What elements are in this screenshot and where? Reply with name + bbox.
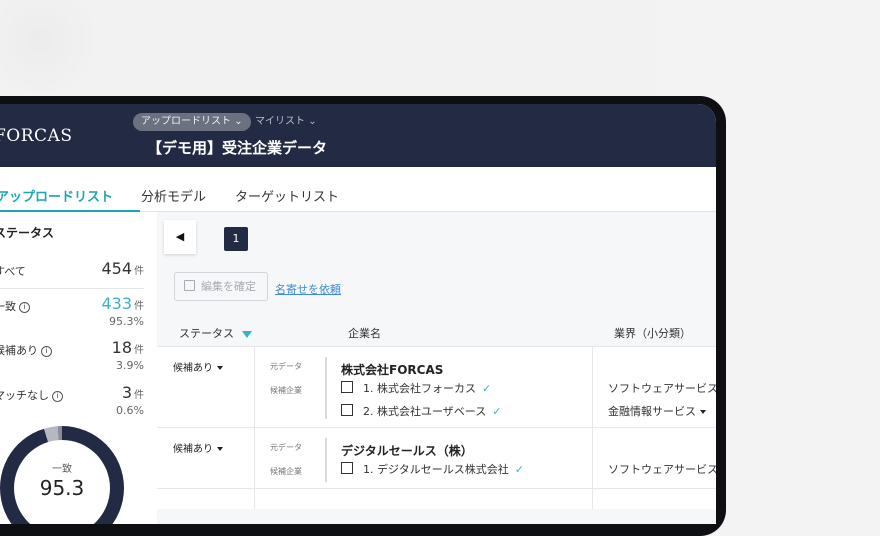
divider [325, 438, 327, 482]
app-screen: FORCAS アップロードリスト ⌄ マイリスト ⌄ 【デモ用】受注企業データ … [0, 104, 716, 524]
status-dropdown[interactable]: 候補あり [173, 359, 223, 374]
status-title: ステータス [0, 226, 55, 240]
tab-analysis-model[interactable]: 分析モデル [141, 186, 206, 205]
status-candidate-count: 18 件 [111, 338, 144, 357]
breadcrumb-upload-list[interactable]: アップロードリスト ⌄ [133, 113, 251, 131]
divider [254, 347, 255, 427]
breadcrumb-my-list[interactable]: マイリスト ⌄ [255, 113, 317, 131]
status-nomatch-count: 3件 [121, 383, 144, 402]
triangle-left-icon: ◀ [175, 230, 185, 243]
confirm-edit-button[interactable]: 編集を確定 [174, 272, 268, 301]
table-row: 候補あり 元データ 候補企業 株式会社FORCAS 1. 株式会社フォーカス ✓ … [157, 346, 716, 427]
tab-target-list[interactable]: ターゲットリスト [235, 186, 339, 205]
checkbox[interactable] [341, 381, 353, 393]
source-tag: 元データ [270, 362, 302, 371]
save-icon [184, 280, 195, 291]
company-name: 株式会社FORCAS [341, 363, 444, 377]
status-nomatch-pct: 0.6% [116, 404, 144, 417]
divider [592, 347, 593, 427]
info-icon[interactable]: i [41, 346, 52, 357]
chevron-down-icon: ⌄ [234, 116, 243, 127]
collapse-sidebar-button[interactable]: ◀ [164, 220, 196, 254]
status-sidebar: ステータス すべて 454件 一致i 433件 95.3% 候補ありi 18件 … [0, 212, 150, 524]
status-match-count: 433 件 [101, 294, 144, 313]
status-candidate-label[interactable]: 候補ありi [0, 342, 52, 358]
divider [592, 489, 593, 509]
status-match-pct: 95.3% [109, 315, 144, 328]
status-nomatch-label[interactable]: マッチなしi [0, 387, 63, 403]
tab-upload-list[interactable]: アップロードリスト [0, 186, 113, 205]
candidate-option[interactable]: 1. デジタルセールス株式会社 ✓ [341, 461, 524, 477]
check-icon: ✓ [514, 463, 524, 476]
check-icon: ✓ [482, 382, 492, 395]
request-merge-link[interactable]: 名寄せを依頼 [275, 281, 341, 297]
candidate-option[interactable]: 1. 株式会社フォーカス ✓ [341, 380, 491, 396]
status-dropdown[interactable]: 候補あり [173, 440, 223, 455]
divider [325, 357, 327, 419]
results-table: 候補あり 元データ 候補企業 株式会社FORCAS 1. 株式会社フォーカス ✓ … [157, 346, 716, 509]
column-header-company: 企業名 [348, 327, 381, 340]
donut-value: 95.3 [39, 476, 85, 500]
caret-down-icon [700, 410, 706, 414]
column-header-status[interactable]: ステータス [179, 325, 252, 341]
logo: FORCAS [0, 126, 73, 146]
checkbox[interactable] [341, 462, 353, 474]
candidate-option[interactable]: 2. 株式会社ユーザベース ✓ [341, 403, 501, 419]
donut-label: 一致 [52, 464, 72, 475]
divider [592, 428, 593, 488]
candidate-tag: 候補企業 [270, 386, 302, 395]
divider [0, 288, 144, 289]
check-icon: ✓ [492, 405, 502, 418]
candidate-tag: 候補企業 [270, 467, 302, 476]
status-candidate-pct: 3.9% [116, 359, 144, 372]
company-name: デジタルセールス（株） [341, 444, 473, 458]
caret-down-icon [217, 366, 223, 370]
status-match-label[interactable]: 一致i [0, 298, 30, 314]
divider [254, 428, 255, 488]
table-row [157, 488, 716, 509]
industry-value: ソフトウェアサービス [608, 382, 716, 395]
caret-down-icon [217, 447, 223, 451]
main-panel: ◀ 1 編集を確定 名寄せを依頼 ステータス 企業名 業界（小分類） 候補あり … [157, 212, 716, 524]
chevron-down-icon: ⌄ [308, 116, 317, 127]
page-button[interactable]: 1 [224, 227, 248, 251]
source-tag: 元データ [270, 443, 302, 452]
info-icon[interactable]: i [19, 302, 30, 313]
tab-bar: アップロードリスト 分析モデル ターゲットリスト [0, 167, 716, 212]
status-all-label[interactable]: すべて [0, 263, 26, 279]
status-all-count: 454 件 [101, 259, 144, 278]
column-header-industry: 業界（小分類） [614, 327, 691, 340]
table-row: 候補あり 元データ 候補企業 デジタルセールス（株） 1. デジタルセールス株式… [157, 427, 716, 488]
divider [254, 489, 255, 509]
match-donut-chart: 一致 95.3 [0, 426, 124, 524]
page-title: 【デモ用】受注企業データ [147, 139, 328, 157]
info-icon[interactable]: i [52, 391, 63, 402]
checkbox[interactable] [341, 404, 353, 416]
industry-dropdown[interactable]: 金融情報サービス [608, 403, 706, 419]
industry-value: ソフトウェアサービス [608, 463, 716, 476]
filter-icon[interactable] [242, 331, 252, 338]
app-header: FORCAS アップロードリスト ⌄ マイリスト ⌄ 【デモ用】受注企業データ [0, 104, 716, 167]
